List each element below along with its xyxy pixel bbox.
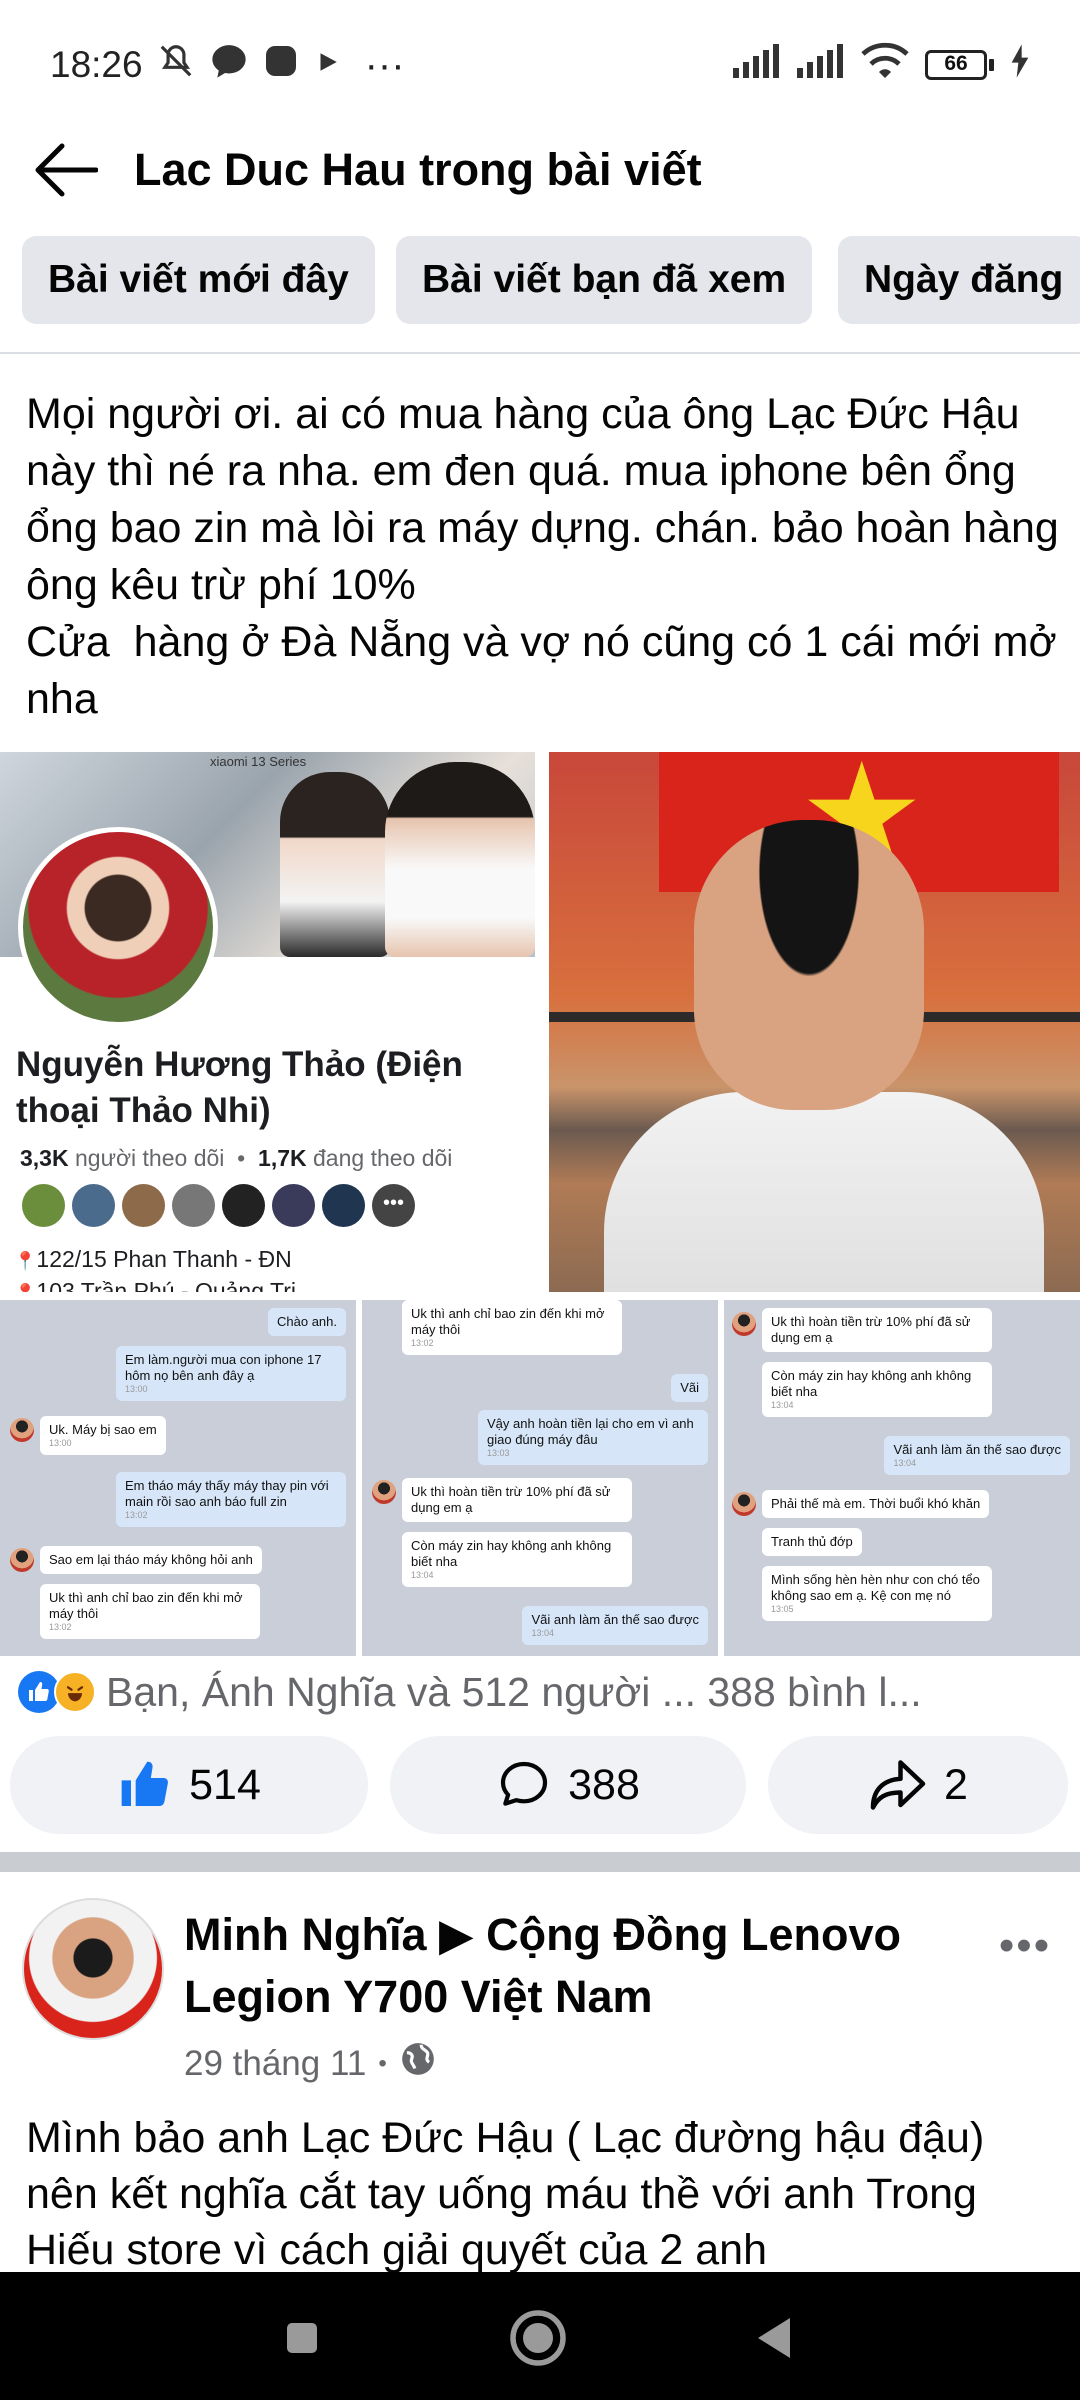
- wifi-icon: [861, 42, 909, 89]
- battery-icon: 66: [925, 50, 994, 80]
- home-icon: [510, 2310, 566, 2366]
- signal-icon-2: [797, 43, 845, 87]
- chat-bubble: Phải thế mà em. Thời buổi khó khăn: [762, 1490, 990, 1518]
- profile-follow-stats: 3,3K người theo dõi • 1,7K đang theo dõi: [20, 1145, 453, 1171]
- divider: [0, 352, 1080, 354]
- share-count: 2: [944, 1760, 968, 1809]
- portrait-photo-image[interactable]: ★: [549, 752, 1080, 1292]
- reactions-summary[interactable]: Bạn, Ánh Nghĩa và 512 người ... 388 bình…: [18, 1662, 1068, 1722]
- thumbs-up-icon: [121, 1761, 169, 1806]
- cover-banner-text: xiaomi 13 Series: [210, 754, 307, 769]
- chat-bubble: Vãi anh làm ăn thế sao được 13:04: [884, 1436, 1070, 1475]
- chip-recent-posts[interactable]: Bài viết mới đây: [22, 236, 375, 324]
- back-button[interactable]: [30, 135, 100, 205]
- post-text[interactable]: Mình bảo anh Lạc Đức Hậu ( Lạc đường hậu…: [26, 2110, 1066, 2272]
- comment-button[interactable]: 388: [390, 1736, 746, 1834]
- chat-bubble: Em tháo máy thấy máy thay pin với main r…: [116, 1472, 346, 1527]
- like-count: 514: [189, 1760, 261, 1809]
- status-time: 18:26: [50, 44, 143, 85]
- meta-dot: •: [378, 2049, 387, 2077]
- charging-icon: [1010, 43, 1030, 87]
- chat-avatar: [372, 1480, 396, 1504]
- filter-chips: Bài viết mới đây Bài viết bạn đã xem Ngà…: [0, 236, 1080, 328]
- profile-name: Nguyễn Hương Thảo (Điện thoại Thảo Nhi): [16, 1045, 463, 1130]
- chat-bubble: Uk. Máy bị sao em 13:00: [40, 1416, 166, 1455]
- chat-bubble: Còn máy zin hay không anh không biết nha…: [762, 1362, 992, 1417]
- chat-bubble: Vậy anh hoàn tiền lại cho em vì anh giao…: [478, 1410, 708, 1465]
- share-button[interactable]: 2: [768, 1736, 1068, 1834]
- more-notifications-icon: ···: [364, 42, 405, 87]
- home-button[interactable]: [508, 2308, 568, 2368]
- chat-bubble: Vãi: [671, 1374, 708, 1402]
- recents-icon: [287, 2323, 317, 2353]
- share-icon: [870, 1760, 926, 1810]
- post-date[interactable]: 29 tháng 11: [184, 2044, 366, 2084]
- chat-bubble: Chào anh.: [268, 1308, 346, 1336]
- friend-avatars: •••: [22, 1184, 415, 1227]
- reactions-text: Bạn, Ánh Nghĩa và 512 người ... 388 bình…: [106, 1668, 922, 1715]
- battery-level: 66: [944, 52, 968, 75]
- chat-bubble: Uk thì anh chỉ bao zin đến khi mở máy th…: [402, 1300, 622, 1355]
- chat-bubble: Em làm.người mua con iphone 17 hôm nọ bê…: [116, 1346, 346, 1401]
- chat-screenshot-1[interactable]: Chào anh. Em làm.người mua con iphone 17…: [0, 1300, 356, 1656]
- comment-count: 388: [568, 1760, 640, 1809]
- post-text[interactable]: Mọi người ơi. ai có mua hàng của ông Lạc…: [26, 386, 1066, 728]
- app-header: Lac Duc Hau trong bài viết: [0, 120, 1080, 220]
- profile-address: 📍122/15 Phan Thanh - ĐN 📍103 Trần Phú - …: [14, 1246, 296, 1292]
- post-more-button[interactable]: •••: [990, 1924, 1060, 1968]
- chat-avatar: [732, 1312, 756, 1336]
- author-avatar[interactable]: [22, 1898, 164, 2040]
- back-triangle-icon: [758, 2318, 790, 2358]
- chat-bubble: Còn máy zin hay không anh không biết nha…: [402, 1532, 632, 1587]
- post-author[interactable]: Minh Nghĩa ▶ Cộng Đồng Lenovo Legion Y70…: [184, 1904, 944, 2028]
- back-arrow-icon: [35, 143, 98, 197]
- chat-bubble: Mình sống hèn hèn như con chó tểo không …: [762, 1566, 992, 1621]
- mute-icon: [157, 42, 195, 89]
- chat-bubble: Tranh thủ đớp: [762, 1528, 862, 1556]
- profile-avatar: [18, 827, 218, 1027]
- app-notification-icon: [263, 43, 299, 88]
- comment-icon: [501, 1761, 548, 1806]
- chat-bubble: Sao em lại tháo máy không hỏi anh: [40, 1546, 262, 1574]
- post-meta: 29 tháng 11 •: [184, 2040, 437, 2087]
- chat-bubble: Vãi anh làm ăn thế sao được 13:04: [522, 1606, 708, 1645]
- post-actions: 514 388 2: [10, 1736, 1070, 1834]
- globe-icon: [399, 2040, 437, 2087]
- post-image-grid[interactable]: xiaomi 13 Series Nguyễn Hương Thảo (Điện…: [0, 752, 1080, 1656]
- chat-screenshot-2[interactable]: Uk thì anh chỉ bao zin đến khi mở máy th…: [362, 1300, 718, 1656]
- haha-reaction-icon: [54, 1671, 96, 1713]
- chat-bubble: Uk thì anh chỉ bao zin đến khi mở máy th…: [40, 1584, 260, 1639]
- chip-seen-posts[interactable]: Bài viết bạn đã xem: [396, 236, 813, 324]
- chat-avatar: [732, 1492, 756, 1516]
- system-nav-bar: [0, 2272, 1080, 2400]
- chat-avatar: [10, 1548, 34, 1572]
- chat-bubble: Uk thì hoàn tiền trừ 10% phí đã sử dụng …: [402, 1478, 632, 1522]
- like-button[interactable]: 514: [10, 1736, 368, 1834]
- back-nav-button[interactable]: [744, 2308, 804, 2368]
- chat-screenshot-3[interactable]: Uk thì hoàn tiền trừ 10% phí đã sử dụng …: [724, 1300, 1080, 1656]
- chat-bubble: Uk thì hoàn tiền trừ 10% phí đã sử dụng …: [762, 1308, 992, 1352]
- play-icon: [313, 44, 343, 86]
- post-separator: [0, 1852, 1080, 1872]
- status-bar: 18:26 ··· 66: [0, 0, 1080, 130]
- signal-icon-1: [733, 43, 781, 87]
- messenger-icon: [209, 41, 249, 90]
- chat-avatar: [10, 1418, 34, 1442]
- recents-button[interactable]: [272, 2308, 332, 2368]
- chip-post-date[interactable]: Ngày đăng: [838, 236, 1080, 324]
- profile-screenshot-image[interactable]: xiaomi 13 Series Nguyễn Hương Thảo (Điện…: [0, 752, 535, 1292]
- page-title: Lac Duc Hau trong bài viết: [134, 144, 702, 195]
